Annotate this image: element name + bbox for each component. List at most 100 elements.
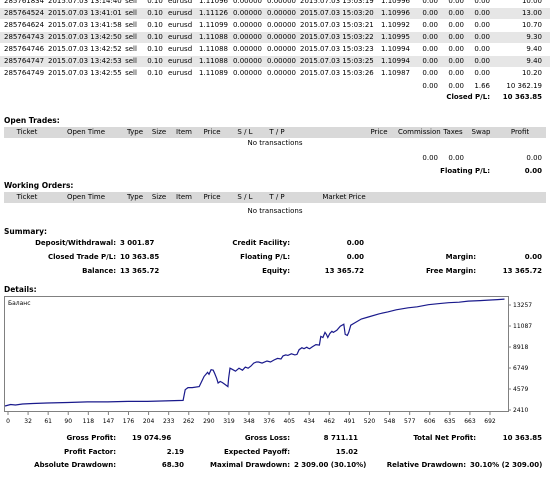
cell-taxes: 0.00 xyxy=(448,9,464,17)
absolute-drawdown-value: 68.30 xyxy=(161,461,184,469)
cell-price: 1.11089 xyxy=(199,69,228,77)
col-ticket: Ticket xyxy=(16,128,38,136)
table-row: 285764624 2015.07.03 13:41:58 sell 0.10 euru… xyxy=(0,20,550,31)
gross-profit-value: 19 074.96 xyxy=(132,434,172,442)
closed-pl-label: Closed P/L: xyxy=(446,93,490,101)
profit-factor-value: 2.19 xyxy=(166,448,184,456)
col-item: Item xyxy=(176,128,192,136)
summary-title: Summary: xyxy=(4,227,48,236)
cell-open-time: 2015.07.03 13:42:53 xyxy=(48,57,122,65)
x-tick-label: 348 xyxy=(243,418,255,424)
cell-type: sell xyxy=(125,69,137,77)
col-item: Item xyxy=(176,193,192,201)
cell-commission: 0.00 xyxy=(422,21,438,29)
balance-chart: Баланс 13257 11087 8918 6749 4579 2410 0 32 61 9… xyxy=(4,296,532,424)
plot-area xyxy=(4,296,509,412)
col-price-2: Price xyxy=(370,128,388,136)
cell-ticket: 285764747 xyxy=(4,57,45,65)
cell-swap: 0.00 xyxy=(474,9,490,17)
cell-size: 0.10 xyxy=(147,69,163,77)
cell-open-time: 2015.07.03 13:42:55 xyxy=(48,69,122,77)
y-tick-label: 6749 xyxy=(513,365,528,372)
free-margin-label: Free Margin: xyxy=(425,267,476,275)
cell-commission: 0.00 xyxy=(422,9,438,17)
x-tick-label: 61 xyxy=(44,418,52,424)
cell-taxes: 0.00 xyxy=(448,33,464,41)
cell-size: 0.10 xyxy=(147,45,163,53)
cell-size: 0.10 xyxy=(147,0,163,5)
absolute-drawdown-label: Absolute Drawdown: xyxy=(34,461,116,469)
x-tick-label: 176 xyxy=(123,418,135,424)
closed-trade-pl-label: Closed Trade P/L: xyxy=(47,253,116,261)
x-tick-label: 520 xyxy=(364,418,376,424)
cell-commission: 0.00 xyxy=(422,45,438,53)
cell-profit: 9.30 xyxy=(526,33,542,41)
summary-floating-label: Floating P/L: xyxy=(240,253,290,261)
cell-ticket: 285764624 xyxy=(4,21,45,29)
y-tick-label: 4579 xyxy=(513,386,528,393)
cell-type: sell xyxy=(125,45,137,53)
x-tick-label: 290 xyxy=(203,418,215,424)
x-tick-label: 606 xyxy=(424,418,436,424)
cell-price: 1.11088 xyxy=(199,45,228,53)
equity-value: 13 365.72 xyxy=(324,267,364,275)
cell-taxes: 0.00 xyxy=(448,45,464,53)
cell-profit: 10.70 xyxy=(521,21,542,29)
cell-item: eurusd xyxy=(168,33,193,41)
working-orders-title: Working Orders: xyxy=(4,181,74,190)
x-tick-label: 118 xyxy=(83,418,95,424)
x-tick-label: 663 xyxy=(464,418,476,424)
col-sl: S / L xyxy=(237,128,253,136)
col-ticket: Ticket xyxy=(16,193,38,201)
free-margin-value: 13 365.72 xyxy=(502,267,542,275)
cell-size: 0.10 xyxy=(147,57,163,65)
equity-label: Equity: xyxy=(262,267,290,275)
profit-factor-label: Profit Factor: xyxy=(63,448,116,456)
cell-tp: 0.00000 xyxy=(267,0,296,5)
open-trades-empty: No transactions xyxy=(247,139,303,147)
relative-drawdown-label: Relative Drawdown: xyxy=(386,461,466,469)
cell-price: 1.11088 xyxy=(199,33,228,41)
cell-size: 0.10 xyxy=(147,21,163,29)
cell-commission: 0.00 xyxy=(422,57,438,65)
table-row: 285764743 2015.07.03 13:42:50 sell 0.10 euru… xyxy=(0,32,550,43)
cell-ticket: 285764749 xyxy=(4,69,45,77)
credit-label: Credit Facility: xyxy=(232,239,290,247)
col-size: Size xyxy=(151,193,167,201)
closed-profit-total: 10 362.19 xyxy=(506,82,542,90)
cell-price: 1.11126 xyxy=(199,9,228,17)
y-tick-label: 13257 xyxy=(513,302,532,309)
gross-profit-label: Gross Profit: xyxy=(66,434,116,442)
cell-swap: 0.00 xyxy=(474,21,490,29)
table-row: 285764746 2015.07.03 13:42:52 sell 0.10 euru… xyxy=(0,44,550,55)
cell-tp: 0.00000 xyxy=(267,9,296,17)
closed-swap-total: 1.66 xyxy=(474,82,490,90)
cell-type: sell xyxy=(125,57,137,65)
cell-sl: 0.00000 xyxy=(233,21,262,29)
cell-open-time: 2015.07.03 13:42:52 xyxy=(48,45,122,53)
table-row: 285761834 2015.07.03 13:14:40 sell 0.10 euru… xyxy=(0,0,550,7)
cell-swap: 0.00 xyxy=(474,33,490,41)
cell-tp: 0.00000 xyxy=(267,57,296,65)
col-price: Price xyxy=(203,128,221,136)
margin-value: 0.00 xyxy=(524,253,542,261)
col-market-price: Market Price xyxy=(322,193,366,201)
closed-trade-pl-value: 10 363.85 xyxy=(120,253,160,261)
cell-item: eurusd xyxy=(168,9,193,17)
gross-loss-label: Gross Loss: xyxy=(244,434,290,442)
x-tick-label: 32 xyxy=(24,418,32,424)
cell-open-time: 2015.07.03 13:41:01 xyxy=(48,9,122,17)
floating-pl-value: 0.00 xyxy=(524,167,542,175)
col-commission: Commission xyxy=(398,128,441,136)
cell-tp: 0.00000 xyxy=(267,21,296,29)
x-tick-label: 0 xyxy=(6,418,10,424)
cell-swap: 0.00 xyxy=(474,57,490,65)
col-type: Type xyxy=(126,193,144,201)
col-open-time: Open Time xyxy=(66,193,106,201)
cell-sl: 0.00000 xyxy=(233,0,262,5)
cell-close-time: 2015.07.03 15:03:20 xyxy=(300,9,374,17)
table-row: 285764747 2015.07.03 13:42:53 sell 0.10 euru… xyxy=(0,56,550,67)
x-tick-label: 90 xyxy=(64,418,72,424)
cell-sl: 0.00000 xyxy=(233,69,262,77)
cell-price: 1.11096 xyxy=(199,0,228,5)
